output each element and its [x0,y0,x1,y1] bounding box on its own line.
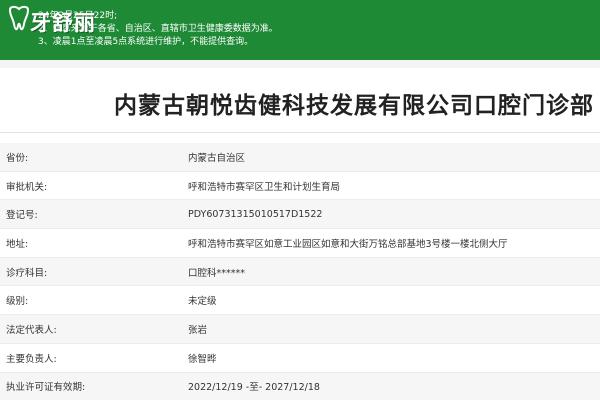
row-label: 诊疗科目: [6,267,48,279]
table-row-registration-number: 登记号: PDY60731315010517D1522 [0,200,600,230]
row-label: 地址: [6,238,29,250]
notice-banner: 24年2月25日22时; 2、信息来源于各省、自治区、直辖市卫生健康委数据为准。… [0,0,600,60]
row-label: 省份: [6,152,29,164]
table-row-level: 级别: 未定级 [0,286,600,316]
row-value: PDY60731315010517D1522 [188,208,323,220]
row-value: 徐智晔 [188,353,217,365]
row-value: 内蒙古自治区 [188,152,246,164]
page-title: 内蒙古朝悦齿健科技发展有限公司口腔门诊部 [114,93,594,119]
row-label: 级别: [6,296,29,308]
row-label: 执业许可证有效期: [6,382,86,394]
table-row-license-validity: 执业许可证有效期: 2022/12/19 -至- 2027/12/18 [0,372,600,400]
row-label: 法定代表人: [6,324,57,336]
row-label: 主要负责人: [6,353,57,365]
row-value: 口腔科****** [188,267,246,279]
row-value: 2022/12/19 -至- 2027/12/18 [188,382,320,394]
row-value: 呼和浩特市赛罕区如意工业园区如意和大街万铭总部基地3号楼一楼北侧大厅 [188,238,508,250]
row-value: 未定级 [188,296,217,308]
row-value: 呼和浩特市赛罕区卫生和计划生育局 [188,181,341,193]
row-label: 审批机关: [6,181,48,193]
divider-strip [0,60,600,68]
brand-logo[interactable]: 牙舒丽 [4,4,132,35]
table-row-approval-authority: 审批机关: 呼和浩特市赛罕区卫生和计划生育局 [0,171,600,201]
brand-name: 牙舒丽 [30,10,96,35]
table-row-principal: 主要负责人: 徐智晔 [0,343,600,373]
table-row-province: 省份: 内蒙古自治区 [0,143,600,172]
title-divider [0,132,600,133]
table-row-departments: 诊疗科目: 口腔科****** [0,257,600,287]
info-table: 省份: 内蒙古自治区 审批机关: 呼和浩特市赛罕区卫生和计划生育局 登记号: P… [0,143,600,400]
row-label: 登记号: [6,210,38,222]
table-row-address: 地址: 呼和浩特市赛罕区如意工业园区如意和大街万铭总部基地3号楼一楼北侧大厅 [0,229,600,258]
table-row-legal-representative: 法定代表人: 张岩 [0,315,600,344]
notice-line-3: 3、凌晨1点至凌晨5点系统进行维护，不能提供查询。 [38,37,254,47]
row-value: 张岩 [188,324,208,336]
